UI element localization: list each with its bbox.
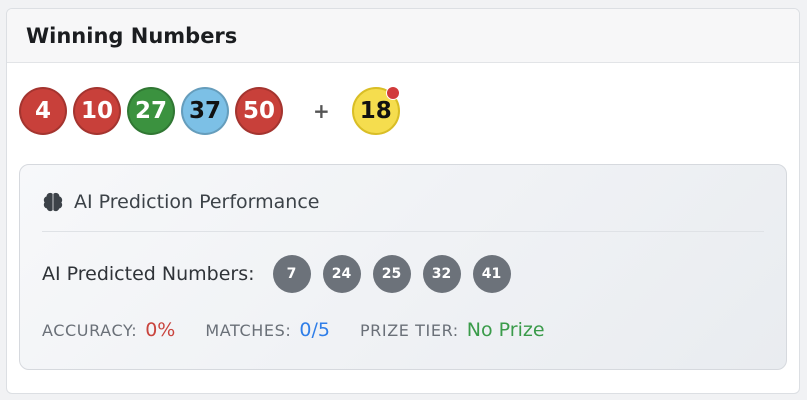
winning-ball: 10 <box>73 87 121 135</box>
matches-label: MATCHES: <box>205 321 292 340</box>
predicted-ball: 7 <box>272 255 311 293</box>
winning-numbers-card: Winning Numbers 4 10 27 37 50 + 18 AI Pr… <box>6 8 800 394</box>
bonus-number: 18 <box>359 98 392 124</box>
winning-balls: 4 10 27 37 50 + 18 <box>19 86 406 135</box>
card-title: Winning Numbers <box>26 23 238 48</box>
prize-tier-value: No Prize <box>466 319 545 341</box>
prize-tier-label: PRIZE TIER: <box>359 321 459 340</box>
predicted-ball: 41 <box>472 255 511 293</box>
brain-icon <box>43 192 63 212</box>
winning-ball: 27 <box>127 87 175 135</box>
ai-prediction-panel: AI Prediction Performance AI Predicted N… <box>19 164 787 370</box>
predicted-ball: 25 <box>372 255 411 293</box>
predicted-ball: 24 <box>322 255 361 293</box>
bonus-ball: 18 <box>351 86 400 135</box>
accuracy-value: 0% <box>145 319 176 341</box>
predicted-numbers-row: AI Predicted Numbers: 7 24 25 32 41 <box>42 255 523 293</box>
plus-sign: + <box>313 99 330 123</box>
matches-value: 0/5 <box>299 319 330 341</box>
winning-ball: 37 <box>181 87 229 135</box>
stats-row: ACCURACY: 0% MATCHES: 0/5 PRIZE TIER: No… <box>42 319 575 341</box>
ai-panel-title: AI Prediction Performance <box>42 191 764 232</box>
predicted-label: AI Predicted Numbers: <box>42 263 255 285</box>
winning-ball: 50 <box>235 87 283 135</box>
ai-title-text: AI Prediction Performance <box>74 191 320 213</box>
predicted-ball: 32 <box>422 255 461 293</box>
accuracy-label: ACCURACY: <box>42 321 138 340</box>
winning-ball: 4 <box>19 87 67 135</box>
card-header: Winning Numbers <box>7 9 799 63</box>
bonus-indicator-dot <box>385 86 400 100</box>
